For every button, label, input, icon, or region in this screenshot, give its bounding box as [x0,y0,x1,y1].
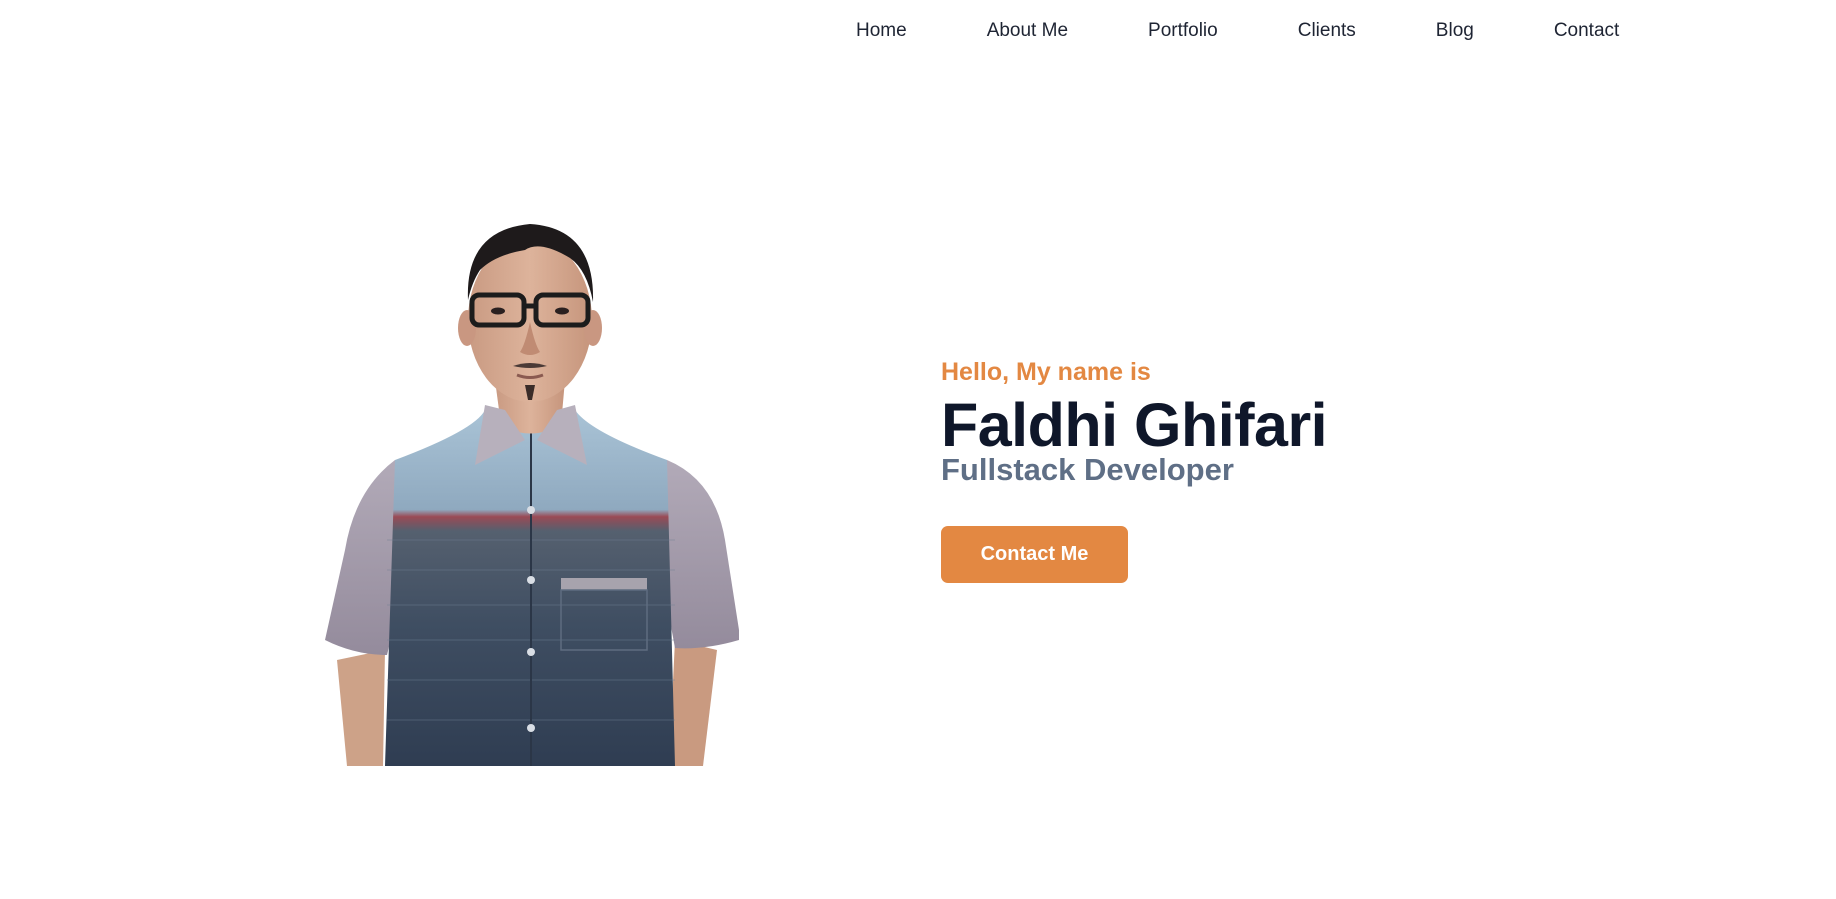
hero-name: Faldhi Ghifari [941,391,1328,459]
profile-photo [325,224,739,766]
nav-item-portfolio[interactable]: Portfolio [1148,18,1218,44]
nav-item-about-me[interactable]: About Me [987,18,1068,44]
nav-item-contact[interactable]: Contact [1554,18,1619,44]
hero-greeting: Hello, My name is [941,358,1151,386]
main-nav: Home About Me Portfolio Clients Blog Con… [856,18,1619,44]
nav-item-clients[interactable]: Clients [1298,18,1356,44]
contact-me-button[interactable]: Contact Me [941,526,1128,583]
page: Home About Me Portfolio Clients Blog Con… [0,0,1836,899]
nav-item-blog[interactable]: Blog [1436,18,1474,44]
nav-item-home[interactable]: Home [856,18,907,44]
hero-section: Hello, My name is Faldhi Ghifari Fullsta… [941,356,1328,583]
